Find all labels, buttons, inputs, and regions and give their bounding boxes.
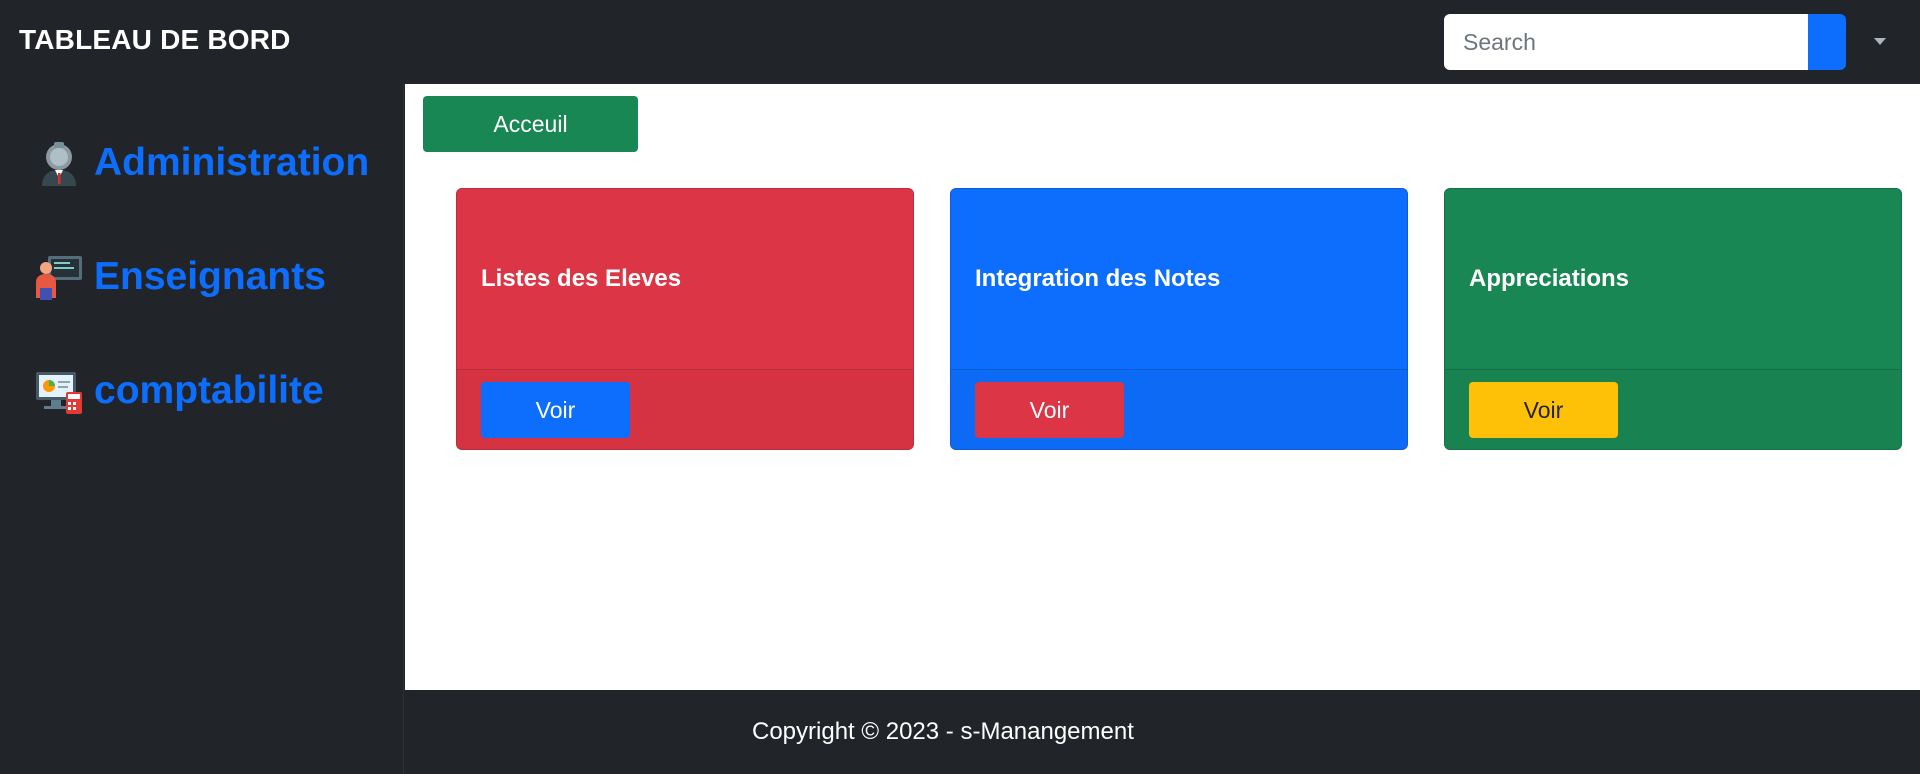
teacher-icon — [36, 256, 82, 300]
card-title: Integration des Notes — [975, 265, 1221, 292]
admin-user-icon — [42, 142, 76, 186]
sidebar-item-label: comptabilite — [94, 369, 324, 412]
sidebar-item-label: Administration — [94, 141, 370, 184]
card-title: Listes des Eleves — [481, 265, 682, 292]
page-footer: Copyright © 2023 - s-Manangement — [405, 690, 1920, 774]
sidebar-item-label: Enseignants — [94, 255, 326, 298]
main-content: Acceuil Listes des Eleves Voir Integrati… — [405, 84, 1920, 690]
sidebar: Administration Enseignants comptabilite — [0, 84, 404, 774]
card-integration-notes: Integration des Notes Voir — [950, 188, 1408, 450]
home-button[interactable]: Acceuil — [423, 96, 638, 152]
copyright-text: Copyright © 2023 - s-Manangement — [752, 718, 1134, 745]
accounting-computer-icon — [36, 372, 82, 414]
card-footer: Voir — [1445, 369, 1901, 449]
sidebar-item-enseignants[interactable]: Enseignants — [34, 252, 326, 302]
card-listes-eleves: Listes des Eleves Voir — [456, 188, 914, 450]
search-input[interactable] — [1444, 14, 1808, 70]
card-body: Listes des Eleves — [457, 189, 913, 369]
voir-button[interactable]: Voir — [975, 382, 1124, 438]
top-navbar: TABLEAU DE BORD — [0, 0, 1920, 84]
brand-title[interactable]: TABLEAU DE BORD — [19, 24, 291, 56]
caret-down-icon — [1874, 38, 1886, 45]
card-appreciations: Appreciations Voir — [1444, 188, 1902, 450]
user-dropdown-toggle[interactable] — [1866, 28, 1896, 56]
card-footer: Voir — [951, 369, 1407, 449]
voir-button[interactable]: Voir — [481, 382, 630, 438]
card-title: Appreciations — [1469, 265, 1630, 292]
card-body: Appreciations — [1445, 189, 1901, 369]
card-footer: Voir — [457, 369, 913, 449]
sidebar-item-administration[interactable]: Administration — [34, 138, 369, 188]
voir-button[interactable]: Voir — [1469, 382, 1618, 438]
sidebar-item-comptabilite[interactable]: comptabilite — [34, 366, 324, 416]
search-form — [1444, 14, 1846, 70]
search-button[interactable] — [1808, 14, 1846, 70]
card-body: Integration des Notes — [951, 189, 1407, 369]
